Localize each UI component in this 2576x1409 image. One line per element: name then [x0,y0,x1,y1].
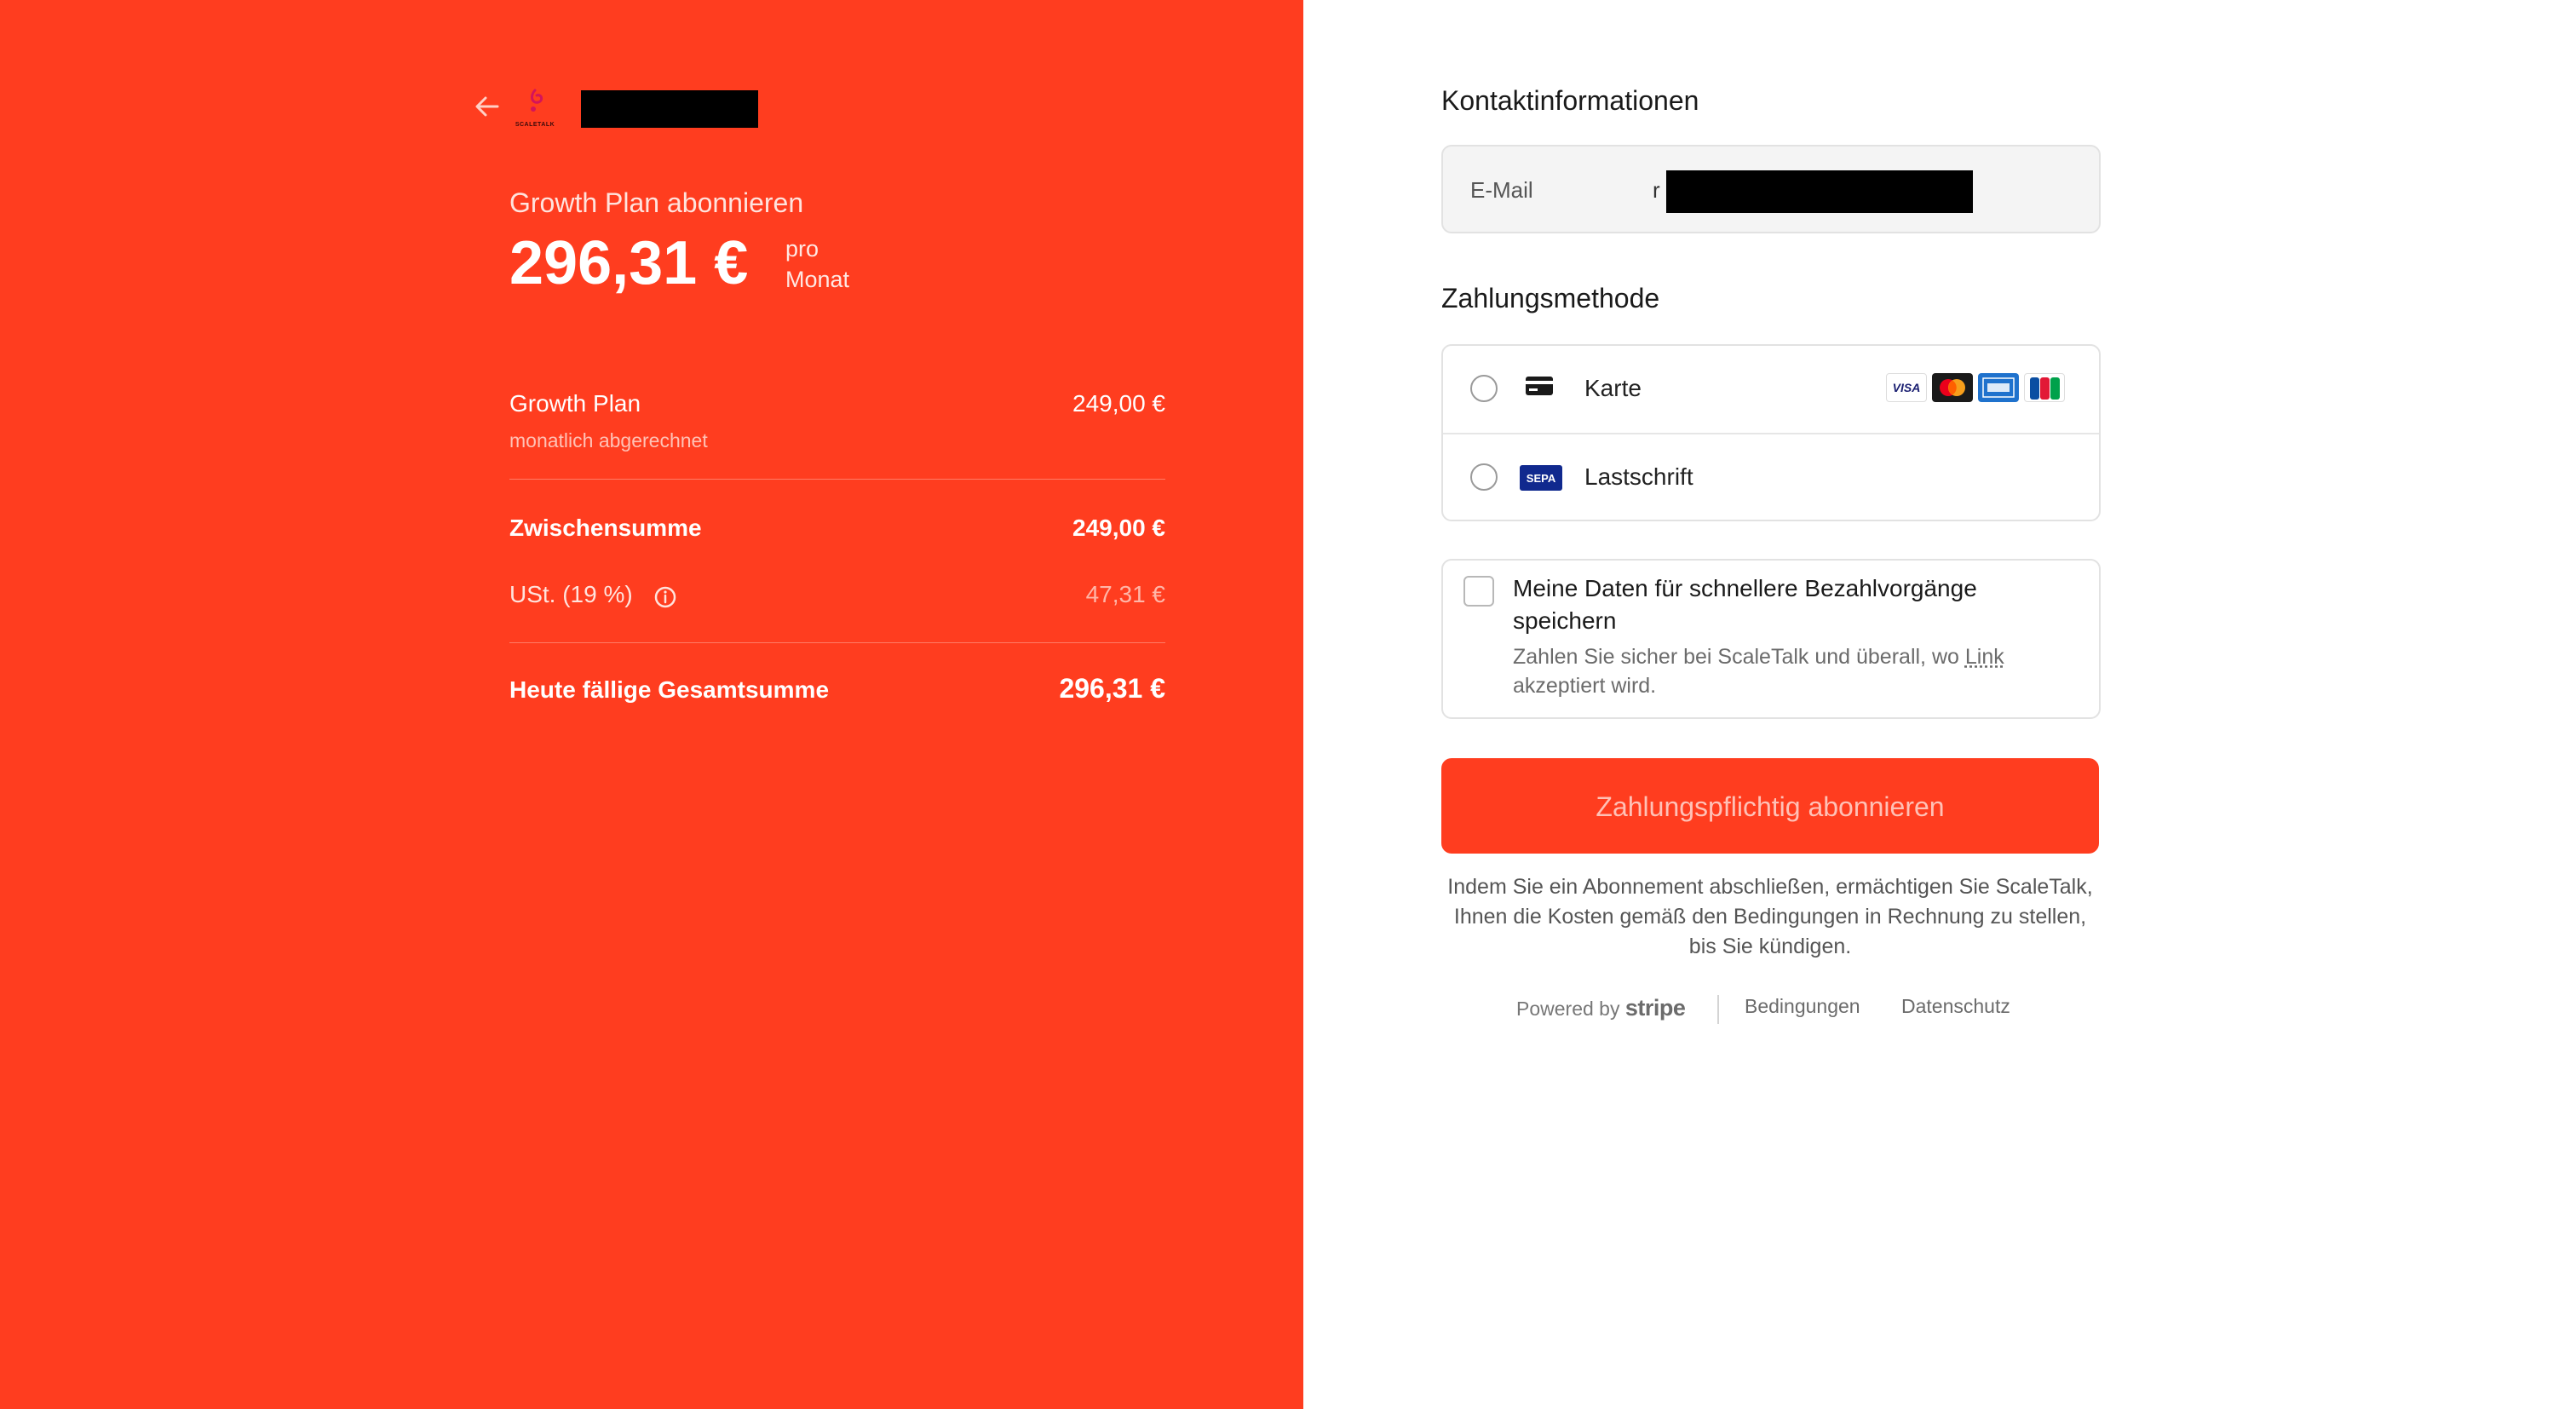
tax-value: 47,31 € [1085,581,1165,607]
email-label: E-Mail [1470,177,1533,203]
line-item-price: 249,00 € [1072,390,1165,417]
jcb-icon [2024,373,2065,402]
amex-icon [1978,373,2019,402]
radio-card[interactable] [1470,375,1498,402]
price-period: pro Monat [785,233,849,295]
legal-text: Indem Sie ein Abonnement abschließen, er… [1447,875,2093,958]
payment-method-sepa[interactable]: SEPA Lastschrift [1443,434,2099,520]
subtotal-label: Zwischensumme [509,515,702,541]
subscribe-button[interactable]: Zahlungspflichtig abonnieren [1441,758,2099,854]
powered-by-stripe[interactable]: Powered by stripe [1516,995,1686,1021]
subtotal-value: 249,00 € [1072,515,1165,541]
powered-by-label: Powered by [1516,998,1620,1020]
link-link[interactable]: Link [1965,645,2004,669]
price-period-line2: Monat [785,267,850,292]
redacted-email [1666,170,1973,213]
logo-wordmark: SCALETALK [515,122,555,128]
privacy-link[interactable]: Datenschutz [1901,995,2010,1018]
tax-label: USt. (19 %) [509,581,633,607]
back-arrow-icon[interactable] [474,94,501,119]
line-item-name: Growth Plan [509,390,641,417]
save-info-checkbox[interactable] [1463,576,1494,607]
save-info-option: Meine Daten für schnellere Bezahlvorgäng… [1441,559,2101,719]
save-info-desc-prefix: Zahlen Sie sicher bei ScaleTalk und über… [1513,645,1965,669]
total-label: Heute fällige Gesamtsumme [509,676,830,703]
info-icon[interactable] [653,584,678,610]
payment-method-label: Karte [1584,375,1642,401]
save-info-description: Zahlen Sie sicher bei ScaleTalk und über… [1513,642,2075,700]
total-value: 296,31 € [1059,673,1165,704]
radio-sepa[interactable] [1470,463,1498,491]
subscribe-title: Growth Plan abonnieren [509,187,804,218]
payment-method-label: Lastschrift [1584,463,1693,490]
payment-method-card[interactable]: Karte VISA [1443,346,2099,434]
mastercard-icon [1932,373,1973,402]
stripe-logo: stripe [1624,995,1686,1021]
save-info-desc-suffix: akzeptiert wird. [1513,674,1657,698]
footer-divider [1717,995,1719,1024]
sepa-icon: SEPA [1520,465,1562,495]
sepa-text: SEPA [1527,472,1556,485]
email-field[interactable]: E-Mail r [1441,145,2101,233]
email-value: r [1653,177,1660,203]
credit-card-icon [1525,375,1554,401]
divider [509,479,1165,480]
price-amount: 296,31 € [509,229,749,297]
divider [509,642,1165,643]
card-brand-list: VISA [1886,373,2065,404]
payment-section-title: Zahlungsmethode [1441,283,1660,313]
price-period-line1: pro [785,236,819,262]
terms-link[interactable]: Bedingungen [1745,995,1860,1018]
payment-method-selector: Karte VISA SEPA Lastschrift [1441,344,2101,521]
payment-form-panel: Kontaktinformationen E-Mail r Zahlungsme… [1303,0,2576,1409]
redacted-company-name [581,90,758,128]
scaletalk-logo: SCALETALK [513,85,557,131]
visa-icon: VISA [1886,373,1927,402]
contact-section-title: Kontaktinformationen [1441,85,1699,116]
line-item-billing: monatlich abgerechnet [509,429,708,451]
order-summary-panel: SCALETALK Growth Plan abonnieren 296,31 … [0,0,1303,1409]
save-info-title: Meine Daten für schnellere Bezahlvorgäng… [1513,575,1977,634]
